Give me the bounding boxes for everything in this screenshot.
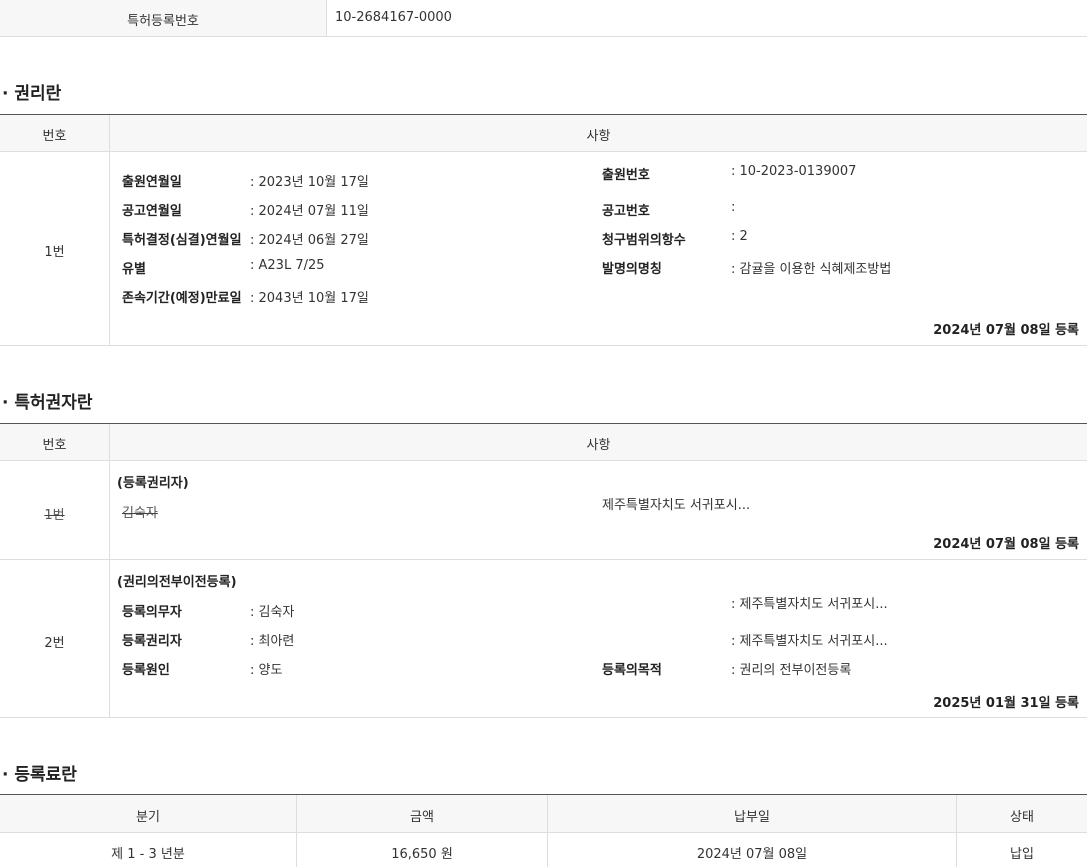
fees-header-paid-date: 납부일	[734, 810, 770, 825]
holder-row2-date: 2025년 01월 31일 등록	[933, 696, 1079, 711]
purpose-value: : 권리의 전부이전등록	[731, 663, 852, 678]
expiry-date-label: 존속기간(예정)만료일	[122, 291, 242, 306]
holder-row1-name: 김숙자	[122, 502, 158, 521]
right-holder-value: : 최아련	[250, 634, 295, 649]
holder-row1-no: 1번	[0, 504, 109, 523]
pub-number-label: 공고번호	[602, 204, 650, 219]
invention-title-label: 발명의명칭	[602, 262, 662, 277]
cause-value: : 양도	[250, 663, 283, 678]
fee-row-period: 제 1 - 3 년분	[111, 847, 185, 862]
decision-date-label: 특허결정(심결)연월일	[122, 233, 242, 248]
divider	[0, 559, 1087, 560]
rights-registration-date: 2024년 07월 08일 등록	[933, 323, 1079, 338]
pub-number-value: :	[731, 200, 736, 215]
invention-title-value: : 감귤을 이용한 식혜제조방법	[731, 262, 892, 277]
registration-number-label: 특허등록번호	[127, 14, 199, 29]
right-holder-label: 등록권리자	[122, 634, 182, 649]
obligor-address: : 제주특별자치도 서귀포시...	[731, 597, 888, 612]
fees-header-status: 상태	[1010, 810, 1034, 825]
obligor-value: : 김숙자	[250, 605, 295, 620]
holder-row2-no: 2번	[44, 636, 65, 651]
claims-count-value: : 2	[731, 229, 748, 244]
right-holder-address: : 제주특별자치도 서귀포시...	[731, 634, 888, 649]
fees-section-title: · 등록료란	[2, 765, 77, 785]
purpose-label: 등록의목적	[602, 663, 662, 678]
divider	[109, 115, 110, 346]
cause-label: 등록원인	[122, 663, 170, 678]
fees-header-period: 분기	[136, 810, 160, 825]
holder-row1-type: (등록권리자)	[117, 476, 189, 491]
registration-number-value: 10-2684167-0000	[335, 10, 452, 25]
rights-row-no: 1번	[44, 245, 65, 260]
holders-section-title: · 특허권자란	[2, 393, 93, 413]
rights-section-title: · 권리란	[2, 84, 62, 104]
holder-row2-type: (권리의전부이전등록)	[117, 575, 237, 590]
holder-row1-no-text: 1번	[44, 508, 65, 523]
app-number-value: : 10-2023-0139007	[731, 164, 857, 179]
obligor-label: 등록의무자	[122, 605, 182, 620]
fee-row-amount: 16,650 원	[391, 847, 453, 862]
fee-row-paid-date: 2024년 07월 08일	[696, 847, 808, 862]
app-date-value: : 2023년 10월 17일	[250, 175, 369, 190]
pub-date-label: 공고연월일	[122, 204, 182, 219]
holder-row1-name-text: 김숙자	[122, 506, 158, 521]
holders-header-no: 번호	[42, 438, 67, 453]
divider	[0, 460, 1087, 461]
classification-label: 유별	[122, 262, 146, 277]
rights-header-no: 번호	[42, 129, 67, 144]
divider	[326, 0, 327, 36]
expiry-date-value: : 2043년 10월 17일	[250, 291, 369, 306]
divider	[109, 424, 110, 717]
claims-count-label: 청구범위의항수	[602, 233, 686, 248]
holder-row1-date: 2024년 07월 08일 등록	[933, 537, 1079, 552]
app-date-label: 출원연월일	[122, 175, 182, 190]
divider	[0, 832, 1087, 833]
fee-row-status: 납입	[1010, 847, 1034, 862]
fees-header-amount: 금액	[410, 810, 434, 825]
divider	[0, 717, 1087, 718]
holders-header-content: 사항	[586, 438, 611, 453]
rights-header-content: 사항	[586, 129, 611, 144]
divider	[0, 345, 1087, 346]
divider	[0, 151, 1087, 152]
pub-date-value: : 2024년 07월 11일	[250, 204, 369, 219]
classification-value: : A23L 7/25	[250, 258, 325, 273]
decision-date-value: : 2024년 06월 27일	[250, 233, 369, 248]
divider	[0, 36, 1087, 37]
holder-row1-address: 제주특별자치도 서귀포시...	[602, 498, 751, 513]
app-number-label: 출원번호	[602, 168, 650, 183]
